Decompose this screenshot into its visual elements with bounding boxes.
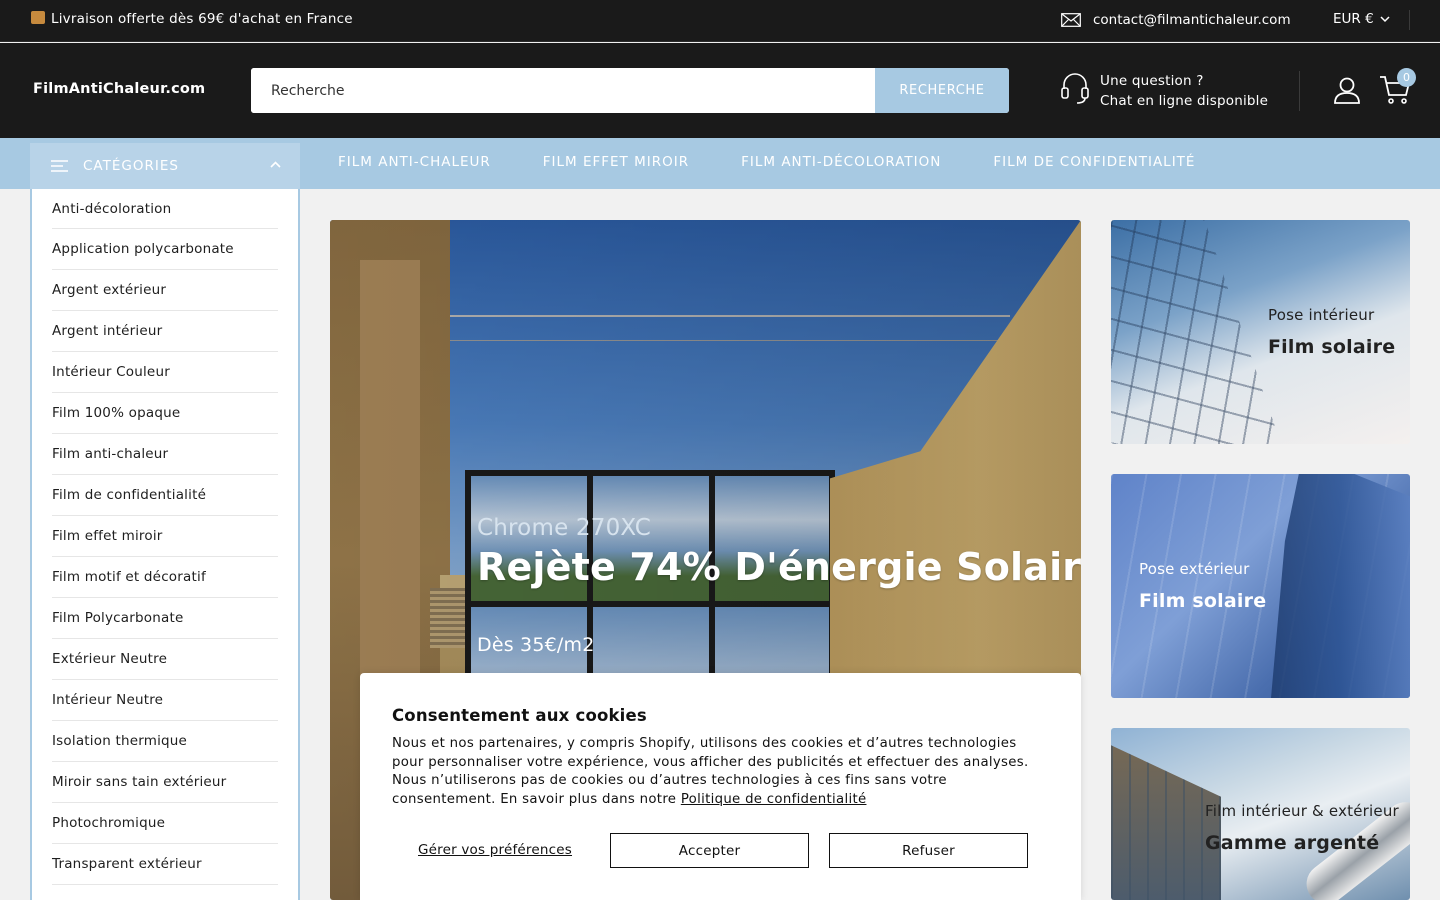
- cookie-consent-banner: Consentement aux cookies Nous et nos par…: [360, 673, 1081, 900]
- accept-button[interactable]: Accepter: [610, 833, 809, 868]
- cart-count-badge: 0: [1397, 68, 1416, 87]
- headset-icon: [1061, 73, 1089, 104]
- category-item[interactable]: Photochromique: [52, 803, 278, 844]
- card-title: Film solaire: [1139, 590, 1267, 612]
- currency-selector[interactable]: EUR €: [1333, 11, 1390, 27]
- card-kicker: Pose intérieur: [1268, 306, 1375, 324]
- nav-link-film-de-confidentialite[interactable]: FILM DE CONFIDENTIALITÉ: [993, 154, 1195, 170]
- package-icon: [31, 11, 45, 24]
- help-question: Une question ?: [1100, 73, 1204, 89]
- hero-subtitle: Chrome 270XC: [477, 515, 651, 541]
- card-title: Film solaire: [1268, 336, 1396, 358]
- chevron-down-icon: [1380, 15, 1390, 22]
- category-item[interactable]: Argent intérieur: [52, 311, 278, 352]
- chevron-up-icon: [270, 161, 281, 168]
- cart-button[interactable]: 0: [1379, 68, 1416, 109]
- promo-card-interior-solar[interactable]: Pose intérieur Film solaire: [1111, 220, 1410, 444]
- nav-links: FILM ANTI-CHALEUR FILM EFFET MIROIR FILM…: [338, 154, 1247, 170]
- category-item[interactable]: Film 100% opaque: [52, 393, 278, 434]
- search-bar: RECHERCHE: [251, 68, 1009, 113]
- search-input[interactable]: [251, 68, 875, 113]
- top-bar: Livraison offerte dès 69€ d'achat en Fra…: [0, 0, 1440, 42]
- category-item[interactable]: Miroir sans tain extérieur: [52, 762, 278, 803]
- categories-toggle[interactable]: CATÉGORIES: [30, 143, 300, 189]
- divider: [1299, 71, 1300, 111]
- categories-label: CATÉGORIES: [83, 158, 179, 174]
- privacy-policy-link[interactable]: Politique de confidentialité: [681, 792, 867, 807]
- main-header: FilmAntiChaleur.com RECHERCHE Une questi…: [0, 43, 1440, 138]
- nav-link-film-anti-decoloration[interactable]: FILM ANTI-DÉCOLORATION: [741, 154, 941, 170]
- category-item[interactable]: Film Polycarbonate: [52, 598, 278, 639]
- category-item[interactable]: Isolation thermique: [52, 721, 278, 762]
- promo-card-silver-range[interactable]: Film intérieur & extérieur Gamme argenté: [1111, 728, 1410, 900]
- nav-link-film-effet-miroir[interactable]: FILM EFFET MIROIR: [543, 154, 689, 170]
- card-title: Gamme argenté: [1205, 832, 1380, 854]
- contact-email-link[interactable]: contact@filmantichaleur.com: [1061, 12, 1291, 28]
- account-button[interactable]: [1333, 76, 1361, 108]
- live-chat-help[interactable]: Une question ? Chat en ligne disponible: [1060, 71, 1268, 111]
- main-nav: CATÉGORIES FILM ANTI-CHALEUR FILM EFFET …: [0, 138, 1440, 189]
- cookie-text: Nous et nos partenaires, y compris Shopi…: [392, 736, 1029, 807]
- search-button[interactable]: RECHERCHE: [875, 68, 1009, 113]
- category-item[interactable]: Intérieur Neutre: [52, 680, 278, 721]
- category-item[interactable]: Film motif et décoratif: [52, 557, 278, 598]
- card-image: [1111, 220, 1281, 444]
- category-item[interactable]: Extérieur Neutre: [52, 639, 278, 680]
- category-item[interactable]: Film anti-chaleur: [52, 434, 278, 475]
- category-item[interactable]: Film effet miroir: [52, 516, 278, 557]
- card-kicker: Film intérieur & extérieur: [1205, 802, 1399, 820]
- category-item[interactable]: Intérieur Couleur: [52, 352, 278, 393]
- hero-title: Rejète 74% D'énergie Solaire: [477, 545, 1081, 589]
- category-item[interactable]: Film de confidentialité: [52, 475, 278, 516]
- card-kicker: Pose extérieur: [1139, 560, 1250, 578]
- user-icon: [1334, 77, 1360, 104]
- shipping-promo: Livraison offerte dès 69€ d'achat en Fra…: [31, 11, 353, 27]
- category-item[interactable]: Application polycarbonate: [52, 229, 278, 270]
- site-logo[interactable]: FilmAntiChaleur.com: [33, 81, 205, 97]
- category-list: Anti-décoloration Application polycarbon…: [30, 189, 300, 900]
- divider: [1409, 10, 1410, 30]
- category-item[interactable]: Transparent extérieur: [52, 844, 278, 885]
- help-chat-available: Chat en ligne disponible: [1100, 93, 1269, 109]
- category-item[interactable]: Argent extérieur: [52, 270, 278, 311]
- nav-link-film-anti-chaleur[interactable]: FILM ANTI-CHALEUR: [338, 154, 491, 170]
- refuse-button[interactable]: Refuser: [829, 833, 1028, 868]
- category-item[interactable]: Anti-décoloration: [52, 189, 278, 229]
- hero-price: Dès 35€/m2: [477, 634, 595, 656]
- manage-preferences-link[interactable]: Gérer vos préférences: [418, 842, 572, 858]
- mail-icon: [1061, 13, 1081, 27]
- promo-card-exterior-solar[interactable]: Pose extérieur Film solaire: [1111, 474, 1410, 698]
- cookie-title: Consentement aux cookies: [392, 706, 647, 725]
- menu-icon: [51, 160, 68, 172]
